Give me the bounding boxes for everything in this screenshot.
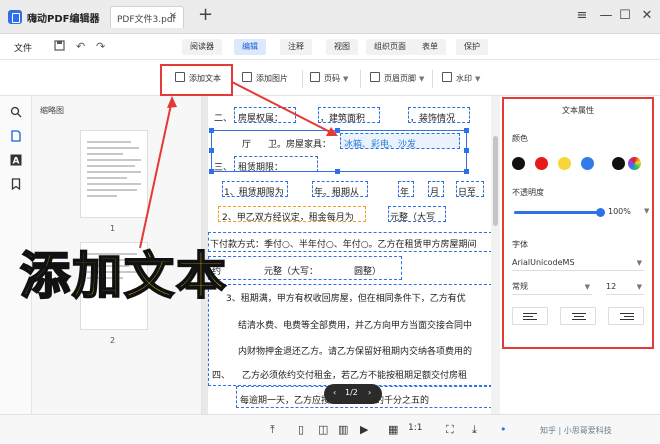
chevron-down-icon[interactable]: ▼ [644, 207, 649, 215]
fit-width-icon[interactable]: ⛶ [446, 423, 454, 437]
properties-title: 文本属性 [562, 106, 594, 115]
book-view-icon[interactable]: ▥ [338, 423, 348, 436]
color-swatch-red[interactable] [535, 157, 548, 170]
opacity-value[interactable]: 100% [608, 207, 631, 216]
chevron-down-icon: ▼ [584, 283, 590, 291]
zoom-out-icon[interactable]: ⤓ [472, 423, 477, 437]
color-swatch-yellow[interactable] [558, 157, 571, 170]
status-bar: ⤒ ▯ ◫ ▥ ▶ ▦ 1:1 ⛶ ⤓ • 知乎 | 小思哥爱科技 [0, 414, 660, 444]
color-label: 颜色 [512, 134, 528, 143]
align-center-button[interactable] [560, 307, 596, 325]
color-swatch-black[interactable] [512, 157, 525, 170]
font-size-select[interactable]: 12 ▼ [606, 279, 644, 295]
chevron-down-icon: ▼ [636, 283, 642, 291]
opacity-label: 不透明度 [512, 188, 544, 197]
single-page-icon[interactable]: ▯ [298, 423, 304, 436]
align-left-button[interactable] [512, 307, 548, 325]
opacity-slider-handle[interactable] [596, 208, 605, 217]
font-family-value: ArialUnicodeMS [512, 258, 575, 267]
font-family-select[interactable]: ArialUnicodeMS ▼ [512, 255, 644, 271]
zoom-slider-icon[interactable]: • [500, 423, 507, 436]
overlay-caption: 添加文本 [19, 246, 228, 306]
thumbnail-view-icon[interactable]: ▦ [388, 423, 398, 436]
text-properties-panel: 文本属性 颜色 不透明度 100% ▼ 字体 ArialUnicodeMS ▼ 常… [502, 97, 654, 349]
play-icon[interactable]: ▶ [360, 423, 368, 436]
color-swatch-black[interactable] [612, 157, 625, 170]
align-right-button[interactable] [608, 307, 644, 325]
opacity-slider[interactable] [514, 211, 600, 214]
font-label: 字体 [512, 240, 528, 249]
source-watermark: 知乎 | 小思哥爱科技 [540, 426, 612, 435]
color-picker-icon[interactable] [628, 157, 641, 170]
fit-page-icon[interactable]: ⤒ [270, 423, 275, 437]
font-style-select[interactable]: 常规 ▼ [512, 279, 592, 295]
actual-size-icon[interactable]: 1:1 [408, 423, 422, 433]
font-size-value: 12 [606, 282, 617, 291]
two-page-icon[interactable]: ◫ [318, 423, 328, 436]
color-swatch-blue[interactable] [581, 157, 594, 170]
chevron-down-icon: ▼ [636, 259, 642, 267]
font-style-value: 常规 [512, 282, 528, 291]
